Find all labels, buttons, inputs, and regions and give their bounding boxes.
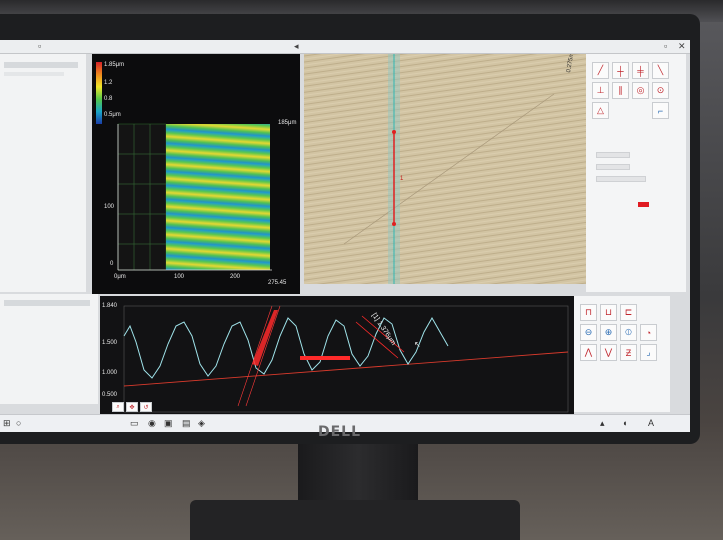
input-language[interactable]: A	[648, 418, 654, 428]
app-icon[interactable]: ◈	[198, 418, 205, 429]
y-tick-1500: 1.500	[102, 340, 118, 346]
profile-tool-palette: ⊓ ⊔ ⊏ ⊖ ⊕ ⦶ ◔ ⋀ ⋁ Ƶ ⌟	[574, 296, 670, 412]
height-map-plot	[117, 123, 272, 271]
height-tool-icon[interactable]: ╪	[632, 62, 649, 79]
pen-tool-icon[interactable]: ╲	[652, 62, 669, 79]
microscope-texture	[304, 54, 586, 284]
slope-tool-icon[interactable]: ⋀	[580, 344, 597, 361]
target-tool-icon[interactable]: ⊙	[652, 82, 669, 99]
collapse-left-icon[interactable]: ◂	[294, 41, 299, 52]
tool-grid-bottom: ⊓ ⊔ ⊏ ⊖ ⊕ ⦶ ◔ ⋀ ⋁ Ƶ ⌟	[580, 304, 657, 361]
cortana-icon[interactable]: ○	[16, 418, 21, 428]
tool-param-field[interactable]	[596, 176, 646, 182]
tray-icon[interactable]: ▴	[600, 418, 605, 429]
circle-tool-icon[interactable]: ◎	[632, 82, 649, 99]
app-icon[interactable]: ▣	[164, 418, 173, 429]
arc-tool-icon[interactable]: ◔	[640, 324, 657, 341]
corner-tool-icon[interactable]: ⌟	[640, 344, 657, 361]
tool-param-field[interactable]	[596, 152, 630, 158]
surface-height-map: 1.85μm 1.2 0.8 0.5μm 185μm 100 0 0μm 100…	[92, 54, 300, 294]
circle-fit-tool-icon[interactable]: ⊖	[580, 324, 597, 341]
angle-down-tool-icon[interactable]: ⋁	[600, 344, 617, 361]
measure-tool-palette: ╱ ┼ ╪ ╲ ⊥ ∥ ◎ ⊙ △ ⌐	[586, 54, 686, 292]
left-row[interactable]	[4, 72, 64, 76]
chart-toolbar: ⌕ ✥ ↺	[112, 402, 152, 412]
microscope-image[interactable]: 1 0.275mm	[304, 54, 586, 284]
windows-icon[interactable]: ⊞	[3, 418, 11, 429]
perpendicular-tool-icon[interactable]: ⊥	[592, 82, 609, 99]
x-tick-end: 275.45	[268, 280, 287, 286]
left-header-bar	[4, 300, 90, 306]
profile-chart: 1.840 1.500 1.000 0.500 0.00010.00020.00…	[100, 296, 574, 432]
y-tick-100: 100	[104, 204, 115, 210]
circle-line-tool-icon[interactable]: ⦶	[620, 324, 637, 341]
step-tool-icon[interactable]: ⊓	[580, 304, 597, 321]
angle-tool-icon[interactable]: △	[592, 102, 609, 119]
zigzag-tool-icon[interactable]: Ƶ	[620, 344, 637, 361]
color-swatch[interactable]	[638, 202, 649, 207]
app-icon[interactable]: ◉	[148, 418, 156, 429]
zoom-icon[interactable]: ⌕	[112, 402, 124, 412]
step-height-tool-icon[interactable]: ⊏	[620, 304, 637, 321]
folder-icon[interactable]: ▤	[182, 418, 191, 429]
profile-plot	[123, 305, 569, 413]
y-tick-1000: 1.000	[102, 370, 118, 376]
cursor-icon: ↖	[414, 340, 421, 349]
circle-dist-tool-icon[interactable]: ⊕	[600, 324, 617, 341]
tool-grid-top: ╱ ┼ ╪ ╲ ⊥ ∥ ◎ ⊙ △ ⌐	[592, 62, 669, 119]
left-panel-top	[0, 54, 86, 292]
screen: ▫ ◂ ▫ ✕ 1.85μm 1.2 0.8 0.5μm 185μm 100 0…	[0, 40, 690, 432]
pan-icon[interactable]: ✥	[126, 402, 138, 412]
close-icon[interactable]: ✕	[678, 41, 686, 52]
task-view-icon[interactable]: ▭	[130, 418, 139, 429]
parallel-tool-icon[interactable]: ∥	[612, 82, 629, 99]
monitor-bezel: ▫ ◂ ▫ ✕ 1.85μm 1.2 0.8 0.5μm 185μm 100 0…	[0, 14, 700, 444]
y-tick-500: 0.500	[102, 392, 118, 398]
bracket-tool-icon[interactable]: ⌐	[652, 102, 669, 119]
left-panel-bottom	[0, 294, 98, 404]
x-tick-200: 200	[230, 274, 241, 280]
y-tick-0: 0	[110, 261, 114, 267]
y-tick-max: 1.840	[102, 303, 118, 309]
monitor-logo: DELL	[318, 424, 362, 440]
x-tick-100: 100	[174, 274, 185, 280]
tool-param-field[interactable]	[596, 164, 630, 170]
step-down-tool-icon[interactable]: ⊔	[600, 304, 617, 321]
left-header-bar	[4, 62, 78, 68]
measure-marker-label: 1	[400, 176, 404, 182]
minimize-icon[interactable]: ▫	[664, 41, 667, 51]
restore-icon[interactable]: ▫	[38, 41, 41, 51]
window-title-bar: ▫ ◂ ▫ ✕	[0, 40, 690, 54]
monitor-base	[190, 500, 520, 540]
line-tool-icon[interactable]: ╱	[592, 62, 609, 79]
x-unit-label: 0μm	[114, 274, 126, 280]
reset-icon[interactable]: ↺	[140, 402, 152, 412]
volume-icon[interactable]: ◖	[622, 418, 627, 428]
cross-tool-icon[interactable]: ┼	[612, 62, 629, 79]
